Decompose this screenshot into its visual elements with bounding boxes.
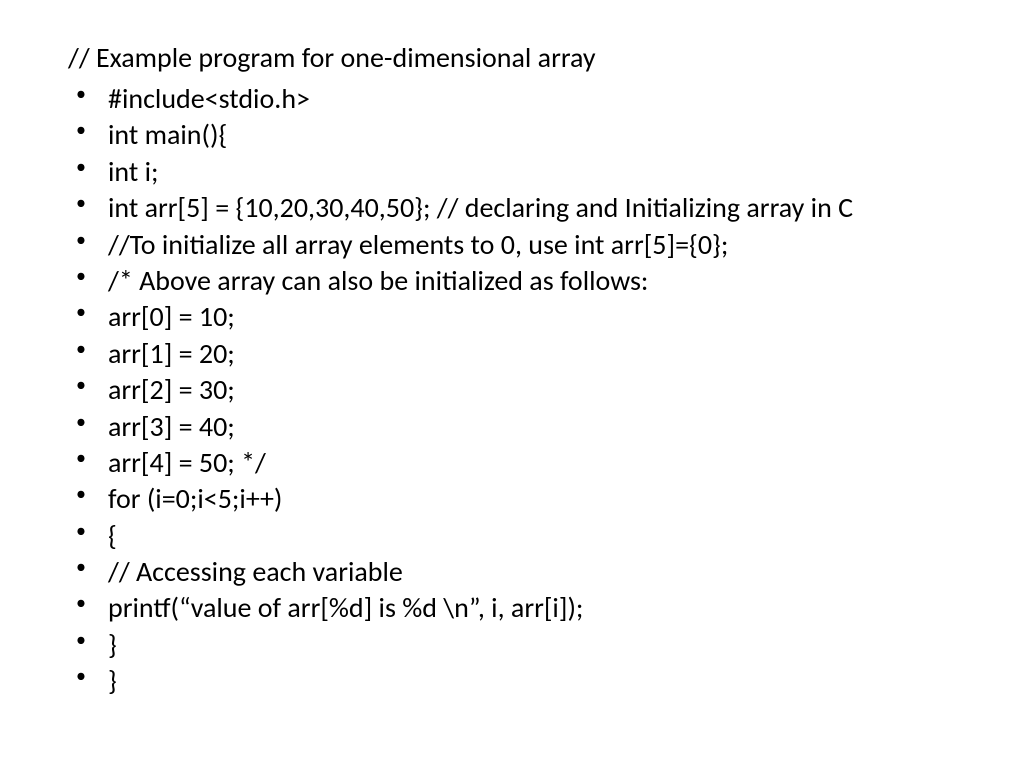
code-line: //To initialize all array elements to 0,… [60, 227, 964, 263]
code-line: #include<stdio.h> [60, 81, 964, 117]
code-line: arr[1] = 20; [60, 336, 964, 372]
code-line: printf(“value of arr[%d] is %d \n”, i, a… [60, 590, 964, 626]
code-line: } [60, 627, 964, 663]
code-line: int main(){ [60, 117, 964, 153]
code-line: arr[3] = 40; [60, 409, 964, 445]
code-line: arr[0] = 10; [60, 299, 964, 335]
code-line: } [60, 663, 964, 699]
code-line: int arr[5] = {10,20,30,40,50}; // declar… [60, 190, 964, 226]
code-line: arr[2] = 30; [60, 372, 964, 408]
code-bullet-list: #include<stdio.h> int main(){ int i; int… [60, 81, 964, 700]
code-line: // Accessing each variable [60, 554, 964, 590]
code-line: /* Above array can also be initialized a… [60, 263, 964, 299]
code-line: for (i=0;i<5;i++) [60, 481, 964, 517]
code-line: int i; [60, 154, 964, 190]
code-line: arr[4] = 50; */ [60, 445, 964, 481]
code-line: { [60, 518, 964, 554]
slide-title: // Example program for one-dimensional a… [60, 40, 964, 75]
